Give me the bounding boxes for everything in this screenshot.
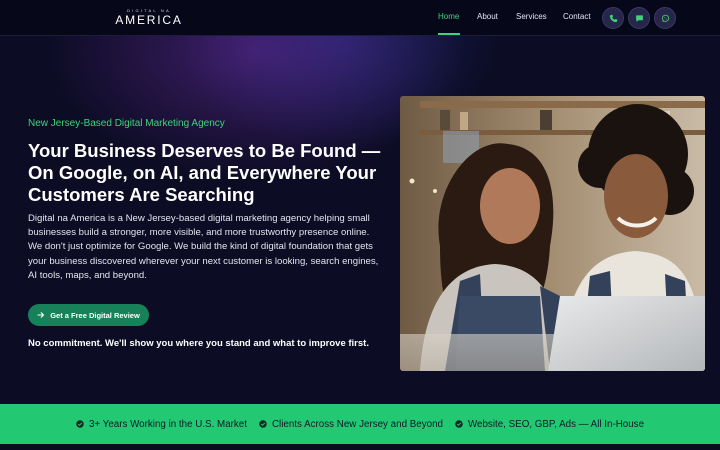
cta-note: No commitment. We'll show you where you … [28, 338, 369, 349]
trust-item: Clients Across New Jersey and Beyond [259, 419, 443, 430]
hero-description: Digital na America is a New Jersey-based… [28, 213, 379, 281]
check-circle-icon [259, 420, 267, 428]
trust-item-label: Website, SEO, GBP, Ads — All In-House [467, 418, 645, 430]
nav-link-contact[interactable]: Contact [563, 12, 591, 21]
hero-headline: Your Business Deserves to Be Found — On … [28, 140, 381, 205]
trust-item-label: 3+ Years Working in the U.S. Market [88, 418, 247, 430]
free-digital-review-button[interactable]: Get a Free Digital Review [28, 304, 149, 326]
nav-active-indicator [438, 33, 460, 35]
chat-button[interactable] [628, 7, 650, 29]
hero-photo [400, 96, 705, 371]
whatsapp-icon [661, 14, 669, 22]
brand-logo[interactable]: DIGITAL NA AMERICA [113, 8, 185, 28]
nav-link-home[interactable]: Home [438, 12, 459, 21]
trust-item-label: Clients Across New Jersey and Beyond [271, 418, 443, 430]
check-circle-icon [76, 420, 84, 428]
whatsapp-button[interactable] [654, 7, 676, 29]
phone-icon [609, 14, 617, 22]
nav-link-about[interactable]: About [477, 12, 498, 21]
trust-item: 3+ Years Working in the U.S. Market [76, 419, 247, 430]
check-circle-icon [455, 420, 463, 428]
cta-label: Get a Free Digital Review [50, 310, 140, 320]
arrow-right-icon [37, 312, 45, 318]
phone-button[interactable] [602, 7, 624, 29]
nav-link-services[interactable]: Services [516, 12, 547, 21]
logo-wordmark: AMERICA [115, 13, 183, 27]
chat-icon [635, 14, 643, 22]
trust-item: Website, SEO, GBP, Ads — All In-House [455, 419, 644, 430]
page-bottom-strip [0, 444, 720, 450]
team-photo-illustration [400, 96, 705, 371]
trust-bar: 3+ Years Working in the U.S. Market Clie… [0, 404, 720, 444]
hero-eyebrow: New Jersey-Based Digital Marketing Agenc… [28, 118, 225, 129]
top-navigation: DIGITAL NA AMERICA Home About Services C… [0, 0, 720, 36]
